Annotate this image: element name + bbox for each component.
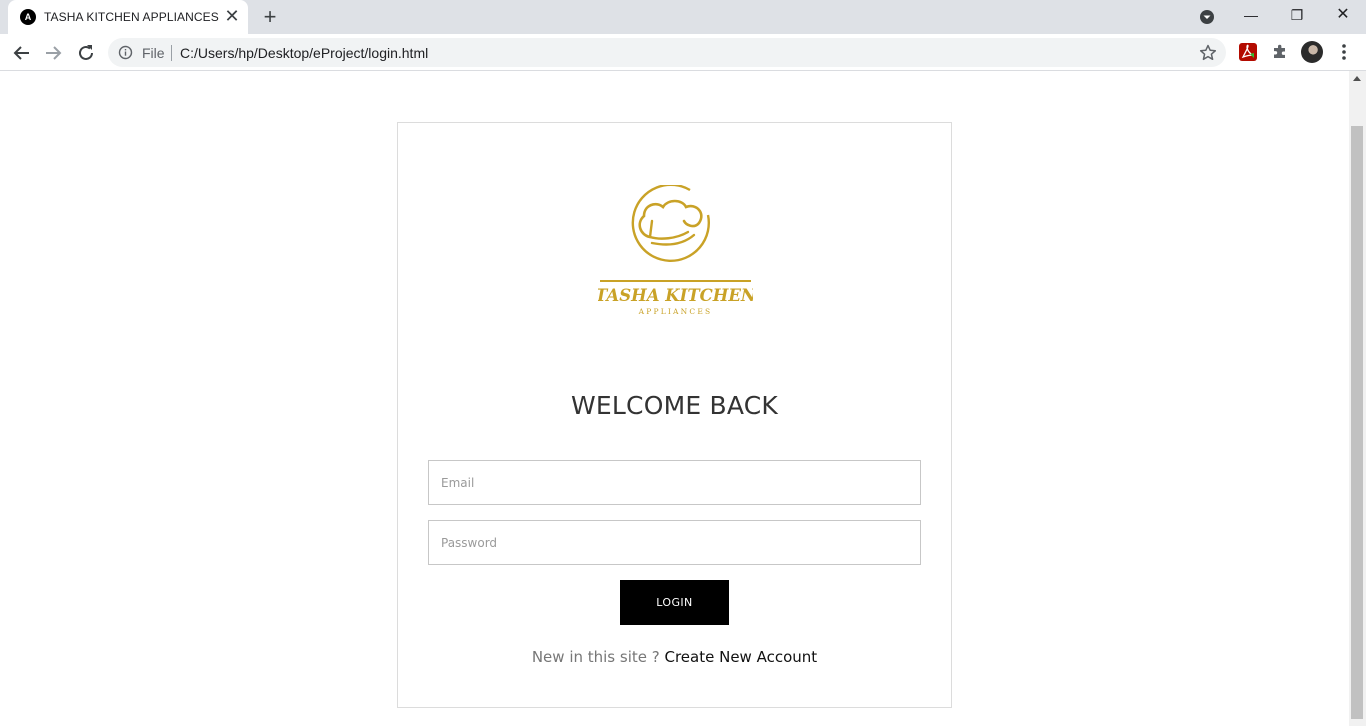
scroll-up-arrow-icon[interactable] — [1353, 76, 1361, 81]
login-card: TASHA KITCHEN APPLIANCES WELCOME BACK LO… — [397, 122, 952, 708]
signup-prompt: New in this site ? — [531, 648, 660, 666]
reload-icon[interactable] — [73, 40, 99, 66]
browser-tab[interactable]: A TASHA KITCHEN APPLIANCES ✕ — [8, 0, 248, 34]
password-field[interactable] — [428, 520, 921, 565]
scheme-label: File — [142, 45, 165, 61]
scrollbar-thumb[interactable] — [1351, 126, 1363, 719]
logo-tagline-text: APPLIANCES — [638, 307, 713, 316]
brand-logo: TASHA KITCHEN APPLIANCES — [598, 185, 753, 316]
forward-icon[interactable] — [40, 40, 66, 66]
puzzle-icon[interactable] — [1270, 42, 1290, 62]
tab-close-icon[interactable]: ✕ — [222, 6, 242, 26]
address-bar[interactable]: File C:/Users/hp/Desktop/eProject/login.… — [108, 38, 1226, 67]
new-tab-button[interactable]: + — [258, 5, 282, 29]
address-separator — [171, 45, 172, 61]
login-button[interactable]: LOGIN — [620, 580, 729, 625]
email-field[interactable] — [428, 460, 921, 505]
tab-strip: A TASHA KITCHEN APPLIANCES ✕ + — ❐ ✕ — [0, 0, 1366, 34]
favicon-icon: A — [20, 9, 36, 25]
bookmark-star-icon[interactable] — [1198, 43, 1218, 63]
kebab-menu-icon[interactable] — [1334, 41, 1354, 63]
page-scrollbar[interactable] — [1349, 71, 1366, 726]
url-text[interactable]: C:/Users/hp/Desktop/eProject/login.html — [180, 45, 428, 61]
back-icon[interactable] — [9, 40, 35, 66]
window-close-button[interactable]: ✕ — [1320, 0, 1366, 30]
signup-line: New in this site ? Create New Account — [398, 648, 951, 666]
restore-button[interactable]: ❐ — [1274, 0, 1320, 30]
page-title: WELCOME BACK — [571, 391, 778, 420]
acrobat-extension-icon[interactable] — [1238, 42, 1258, 62]
profile-avatar[interactable] — [1301, 41, 1323, 63]
browser-toolbar: File C:/Users/hp/Desktop/eProject/login.… — [0, 34, 1366, 71]
logo-brand-text: TASHA KITCHEN — [598, 286, 753, 305]
tab-search-icon[interactable] — [1198, 8, 1216, 26]
minimize-button[interactable]: — — [1228, 0, 1274, 30]
info-icon[interactable] — [118, 45, 133, 60]
create-account-link[interactable]: Create New Account — [665, 648, 818, 666]
tab-title: TASHA KITCHEN APPLIANCES — [44, 10, 219, 24]
